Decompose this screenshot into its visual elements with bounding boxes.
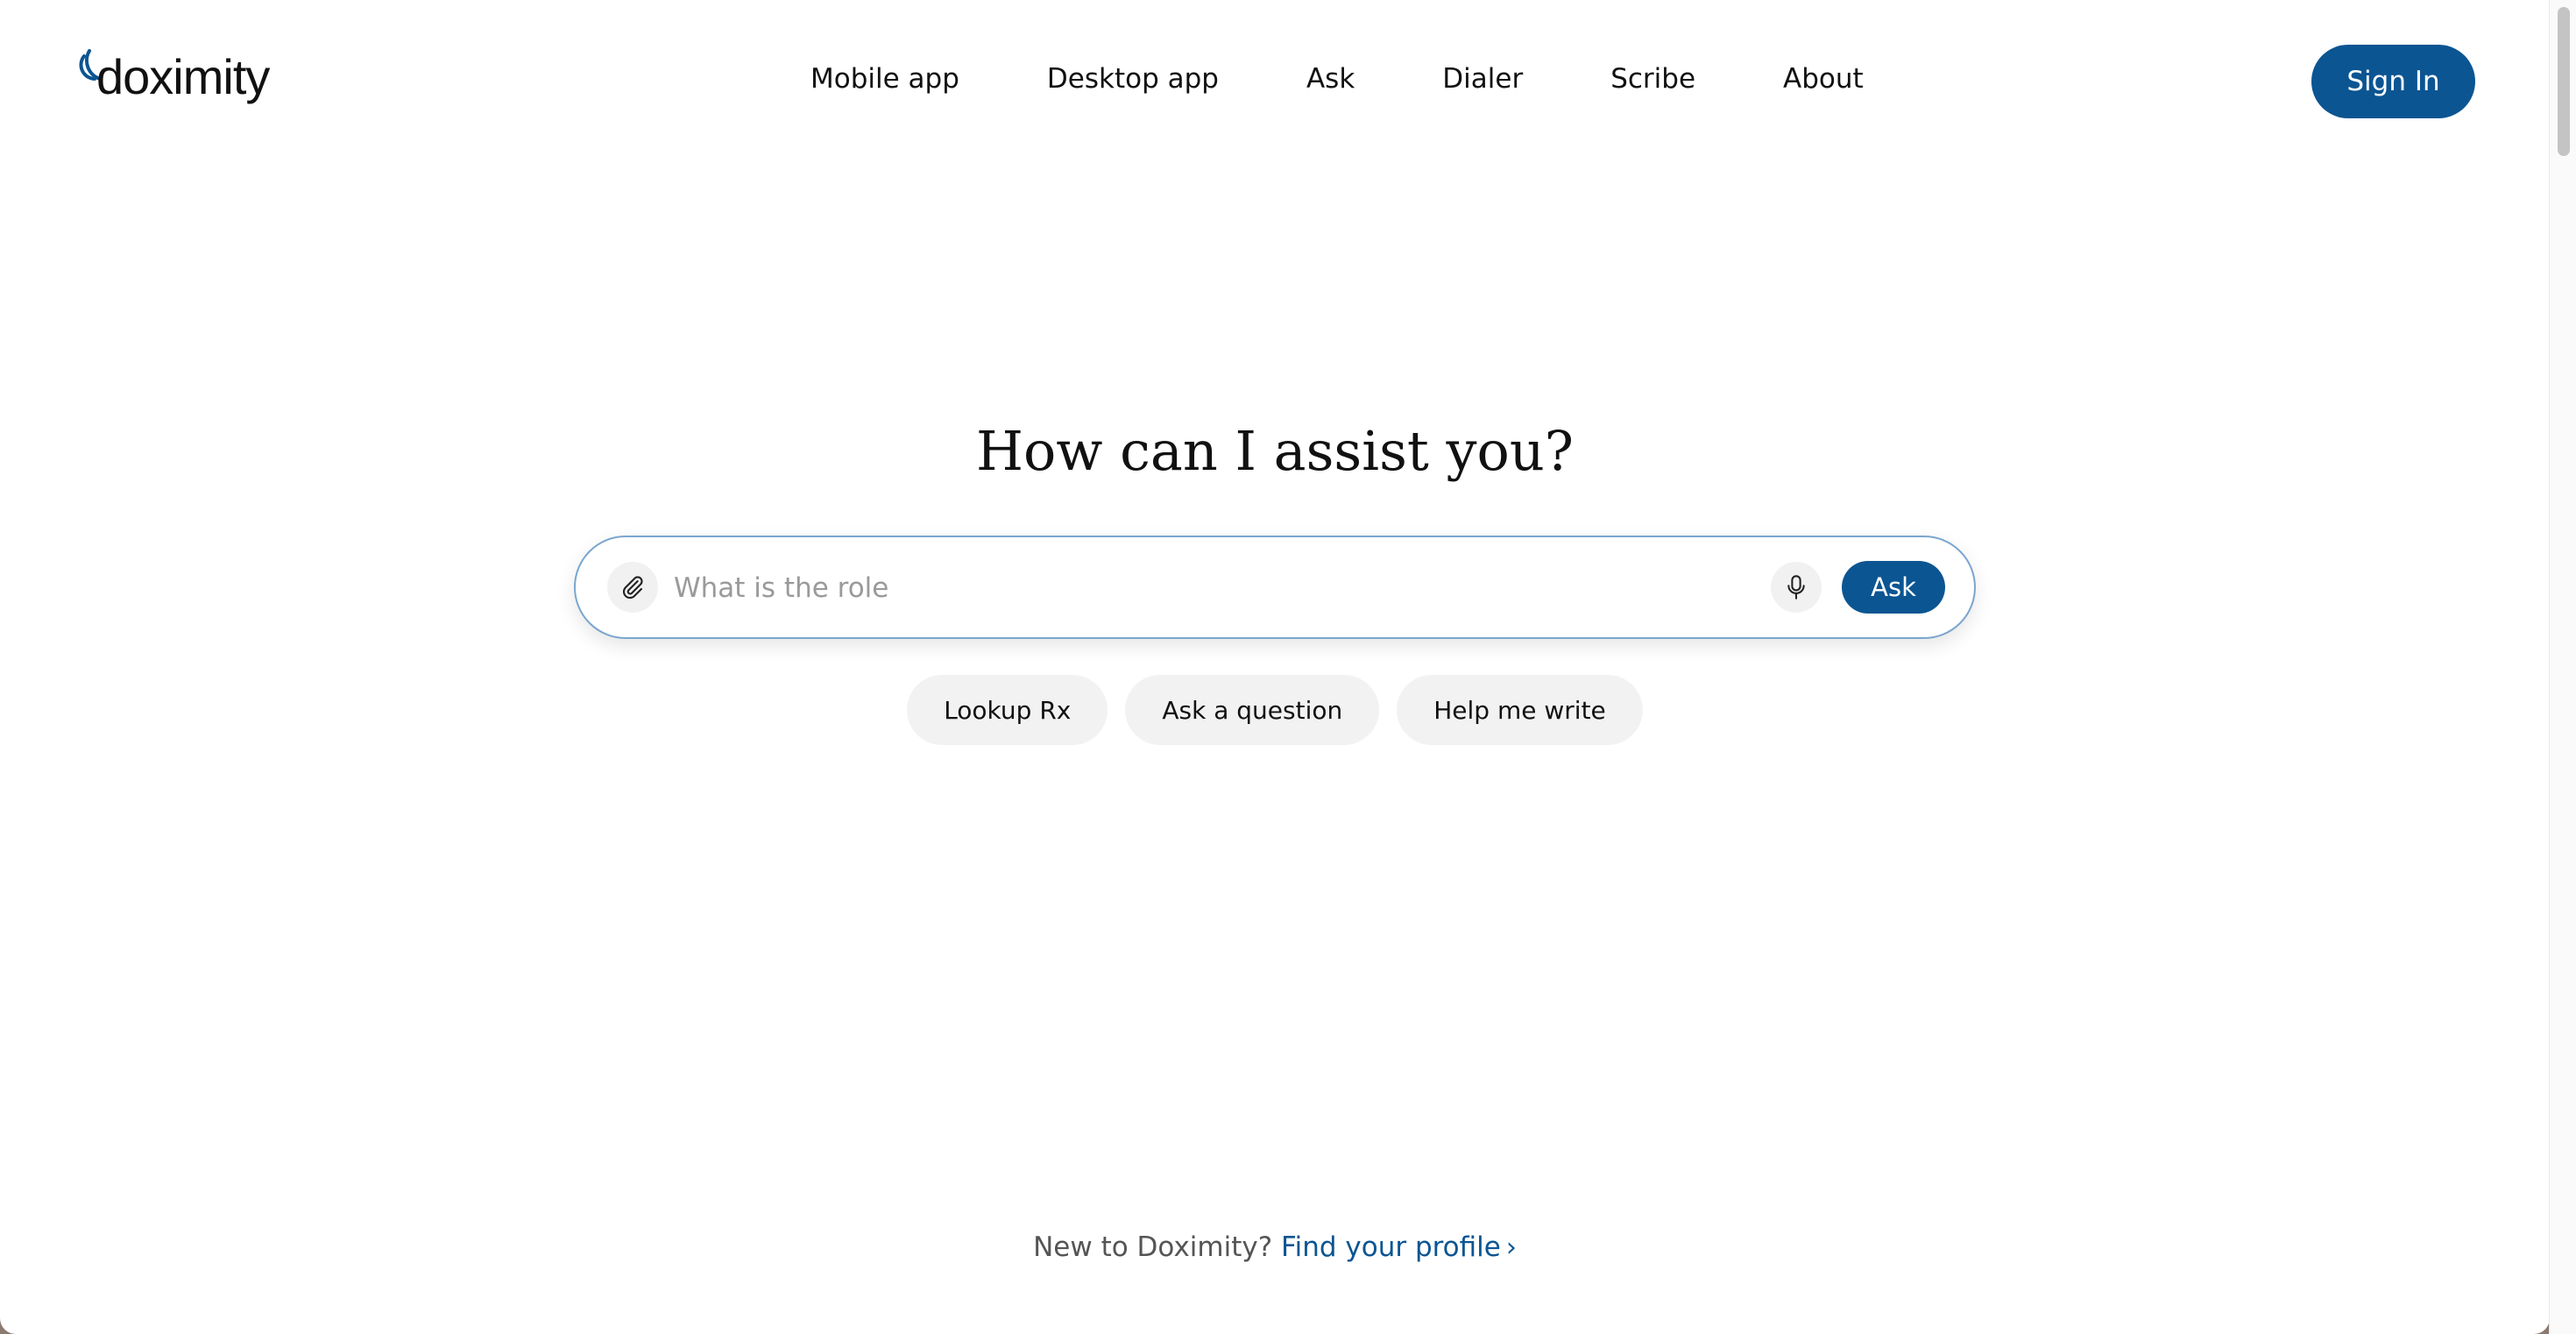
microphone-button[interactable] [1771, 562, 1822, 613]
chip-lookup-rx[interactable]: Lookup Rx [907, 675, 1108, 745]
ask-input[interactable] [672, 562, 1657, 614]
find-profile-link[interactable]: Find your profile [1281, 1231, 1501, 1263]
doximity-logo[interactable]: doximity [72, 46, 270, 107]
ask-submit-button[interactable]: Ask [1842, 561, 1945, 614]
chip-help-me-write[interactable]: Help me write [1397, 675, 1643, 745]
nav-scribe[interactable]: Scribe [1610, 54, 1695, 103]
main-nav: Mobile app Desktop app Ask Dialer Scribe… [810, 54, 1864, 103]
suggestion-chips: Lookup Rx Ask a question Help me write [0, 675, 2550, 745]
page-title: How can I assist you? [975, 419, 1575, 483]
scrollbar-thumb[interactable] [2558, 7, 2570, 156]
footer-prefix-text: New to Doximity? [1033, 1231, 1282, 1263]
ask-search-box: Ask [574, 536, 1976, 639]
paperclip-icon [623, 576, 643, 600]
chip-ask-a-question[interactable]: Ask a question [1125, 675, 1380, 745]
chevron-right-icon[interactable]: › [1506, 1232, 1517, 1263]
sign-in-button[interactable]: Sign In [2311, 45, 2475, 118]
browser-page: doximity Mobile app Desktop app Ask Dial… [0, 0, 2550, 1334]
nav-ask[interactable]: Ask [1306, 54, 1355, 103]
microphone-icon [1787, 575, 1805, 600]
nav-desktop-app[interactable]: Desktop app [1047, 54, 1219, 103]
page-scrollbar[interactable] [2549, 0, 2576, 1334]
logo-wordmark: doximity [96, 48, 270, 104]
attach-button[interactable] [607, 562, 658, 613]
nav-about[interactable]: About [1783, 54, 1864, 103]
nav-dialer[interactable]: Dialer [1442, 54, 1523, 103]
footer-cta: New to Doximity? Find your profile › [0, 1231, 2550, 1263]
nav-mobile-app[interactable]: Mobile app [810, 54, 959, 103]
